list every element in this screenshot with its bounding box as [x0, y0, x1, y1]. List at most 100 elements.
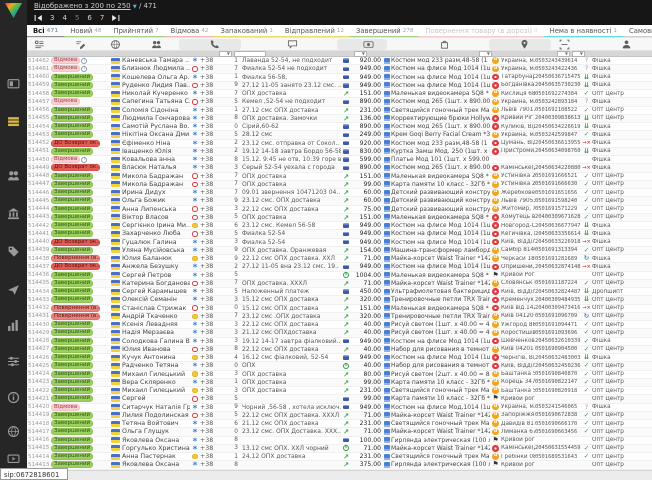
client-phone[interactable]: +38	[200, 107, 230, 114]
client-name[interactable]: Ситарчук Наталія Гр..	[122, 404, 190, 411]
table-row[interactable]: 514422ЗавершенийМихаил Гилецький+383ОПХ …	[27, 387, 652, 395]
delivery-address[interactable]: Запоріжжя 690	[501, 412, 535, 418]
status-cell[interactable]: Завершений	[51, 288, 109, 295]
table-row[interactable]: 514434ЗавершенийСергей Карамышев*+385Нал…	[27, 288, 652, 296]
status-cell[interactable]: Завершений	[51, 148, 109, 155]
client-phone[interactable]: +38	[200, 239, 230, 246]
product-name[interactable]: Рисуй светом (2шт. х 40.00 = 80	[390, 371, 490, 378]
sidebar-item-campaigns-icon[interactable]	[7, 283, 20, 296]
client-name[interactable]: Людмила Гончарова	[122, 115, 190, 122]
column-header-comment-icon[interactable]	[287, 39, 298, 50]
order-comment[interactable]: 19.12 14-17 завтра фіалковий..	[239, 338, 341, 345]
product-name[interactable]: Тренировочные петли TRX Train	[390, 313, 490, 320]
product-name[interactable]: Светящийся гоночный трек Ма	[390, 387, 490, 394]
sidebar-item-stats-icon[interactable]	[7, 319, 20, 332]
table-row[interactable]: 514441ЗавершенийЗахарченко Люба+385Фиалк…	[27, 230, 652, 238]
delivery-address[interactable]: Київ, Відділенн	[501, 289, 535, 295]
client-phone[interactable]: +38	[200, 420, 230, 427]
column-header-money-icon[interactable]	[363, 39, 374, 50]
table-row[interactable]: 514416ЗавершенийЯковлева Оксана*+388100.…	[27, 437, 652, 445]
order-comment[interactable]: ОПХ доставка	[239, 214, 341, 221]
status-cell[interactable]: Завершений	[51, 74, 109, 81]
product-name[interactable]: Костюм на флисе Мод 1014 (1ш	[390, 263, 490, 270]
tracking-number[interactable]: 0501691666630	[535, 181, 581, 187]
client-name[interactable]: Юлия Баланюк	[122, 255, 190, 262]
client-phone[interactable]: +38	[200, 197, 230, 204]
page-number[interactable]: 4	[62, 14, 66, 22]
status-cell[interactable]: Відмоваi	[51, 156, 109, 163]
status-cell[interactable]: Завершений	[51, 197, 109, 204]
tracking-number[interactable]: 20450633356614	[535, 231, 581, 237]
client-phone[interactable]: +38	[200, 206, 230, 213]
tab-Самовивіз[interactable]: Самовивіз2	[623, 25, 652, 38]
order-comment[interactable]: 22.12 смс ОПХ доставка. ХХЛ	[239, 255, 341, 262]
table-row[interactable]: 514430ЗавершенийКсенія Левадняя*+38322.1…	[27, 321, 652, 329]
client-phone[interactable]: +38	[200, 288, 230, 295]
client-phone[interactable]: +38	[200, 346, 230, 353]
client-name[interactable]: Сергієнко Ірина Ми..	[122, 222, 190, 229]
status-cell[interactable]: Завершений	[51, 189, 109, 196]
client-phone[interactable]: +38	[200, 338, 230, 345]
product-name[interactable]: Гирлянда электрическая (100 л	[390, 437, 490, 444]
sidebar-item-tags-icon[interactable]	[7, 245, 20, 258]
table-row[interactable]: 514442ЗавершенийСергієнко Ірина Ми..+386…	[27, 222, 652, 230]
order-comment[interactable]: Чорний ,56-58 , хотела исключ..	[239, 404, 341, 411]
status-cell[interactable]: Завершений	[51, 131, 109, 138]
client-phone[interactable]: +38	[200, 230, 230, 237]
table-row[interactable]: 514431Повернення (в..Андрій Ткаченко+387…	[27, 313, 652, 321]
product-name[interactable]: Костюм мод 265 (1шт. х 890.00	[390, 123, 490, 130]
delivery-address[interactable]: Київ, Відділенн	[501, 239, 535, 245]
status-cell[interactable]: Завершений	[51, 82, 109, 89]
tracking-number[interactable]: 20450636613955	[535, 140, 581, 146]
product-name[interactable]: Ультрафиолетовая бактерицид	[390, 288, 490, 295]
table-row[interactable]: 514448ЗавершенийМикола Бадражан+387ОПХ д…	[27, 173, 652, 181]
order-comment[interactable]: 15.12 смс ОПХ доставка	[239, 296, 341, 303]
tracking-number[interactable]: 0501691094471	[535, 322, 581, 328]
tracking-number[interactable]: 20450632874148	[535, 264, 581, 270]
tracking-number[interactable]: 0501690904500	[535, 346, 581, 352]
sidebar-item-settings-sliders-icon[interactable]	[7, 355, 20, 368]
delivery-address[interactable]: Корець 34700	[501, 379, 535, 385]
client-phone[interactable]: +38	[200, 428, 230, 435]
client-phone[interactable]: +38	[200, 173, 230, 180]
client-name[interactable]: Тетяна Войтович	[122, 420, 190, 427]
order-comment[interactable]: 16.12 смс фіалковий, 52-54	[239, 354, 341, 361]
client-phone[interactable]: +38	[200, 329, 230, 336]
client-phone[interactable]: +38	[200, 453, 230, 460]
delivery-address[interactable]: Київ 04201	[501, 346, 535, 352]
order-comment[interactable]: ОПХ	[239, 362, 341, 369]
tracking-number[interactable]: 0501691313394	[535, 247, 581, 253]
product-name[interactable]: Крем Goqi Berry Facial Cream *3	[390, 131, 490, 138]
tracking-number[interactable]: 0501691093696	[535, 330, 581, 336]
product-name[interactable]: Костюм мод 233 разм,48-58 (1	[390, 140, 490, 147]
table-row[interactable]: 514413ЗавершенийЯковлева Оксана*+388↗375…	[27, 461, 652, 469]
client-name[interactable]: Станіслав Стрижак	[122, 305, 190, 312]
order-comment[interactable]: ОПХ доставка	[239, 371, 341, 378]
tracking-number[interactable]: 0501691187224	[535, 280, 581, 286]
order-comment[interactable]: 22.12 смс ОПХ доставка	[239, 346, 341, 353]
client-phone[interactable]: +38	[200, 123, 230, 130]
client-phone[interactable]: +38	[200, 354, 230, 361]
client-phone[interactable]: +38	[200, 321, 230, 328]
delivery-address[interactable]: Шевченкове (К	[501, 338, 535, 344]
client-name[interactable]: Ольга Божик	[122, 197, 190, 204]
tab-Новий[interactable]: Новий48	[64, 25, 107, 38]
product-name[interactable]: Маленькая видеокамера SQ8 *	[390, 305, 490, 312]
status-cell[interactable]: Завершений	[51, 115, 109, 122]
client-phone[interactable]: +38	[200, 445, 230, 452]
table-row[interactable]: 514428ЗавершенийСолодкова Галина В..*+38…	[27, 338, 652, 346]
delivery-address[interactable]: Житомир, Жито	[501, 206, 535, 212]
table-row[interactable]: 514460ЗавершенийКошелева Ольга Ар..*+381…	[27, 74, 652, 82]
product-name[interactable]: Платье Мод 101 (1шт. х 599.00	[390, 156, 490, 163]
column-header-status-edit-icon[interactable]	[75, 39, 86, 50]
order-comment[interactable]: 23.12 смс. ОПХ Доставка. ХХХ..	[239, 428, 341, 435]
table-row[interactable]: 514438Повернення (в..Юлия Баланюк+38922.…	[27, 255, 652, 263]
tab-Повернення товару (в дорозі)[interactable]: Повернення товару (в дорозі)0	[419, 25, 543, 38]
delivery-address[interactable]: Кегичівка, Відді	[501, 231, 535, 237]
client-phone[interactable]: +38	[200, 404, 230, 411]
product-name[interactable]: Гирлянда электрическая (100 л	[390, 461, 490, 468]
status-cell[interactable]: Завершений	[51, 453, 109, 460]
table-row[interactable]: 514436ЗавершенийСергей Петров*+385$1004.…	[27, 272, 652, 280]
client-name[interactable]: Солодкова Галина В..	[122, 338, 190, 345]
delivery-address[interactable]: Самбір 81400	[501, 247, 535, 253]
